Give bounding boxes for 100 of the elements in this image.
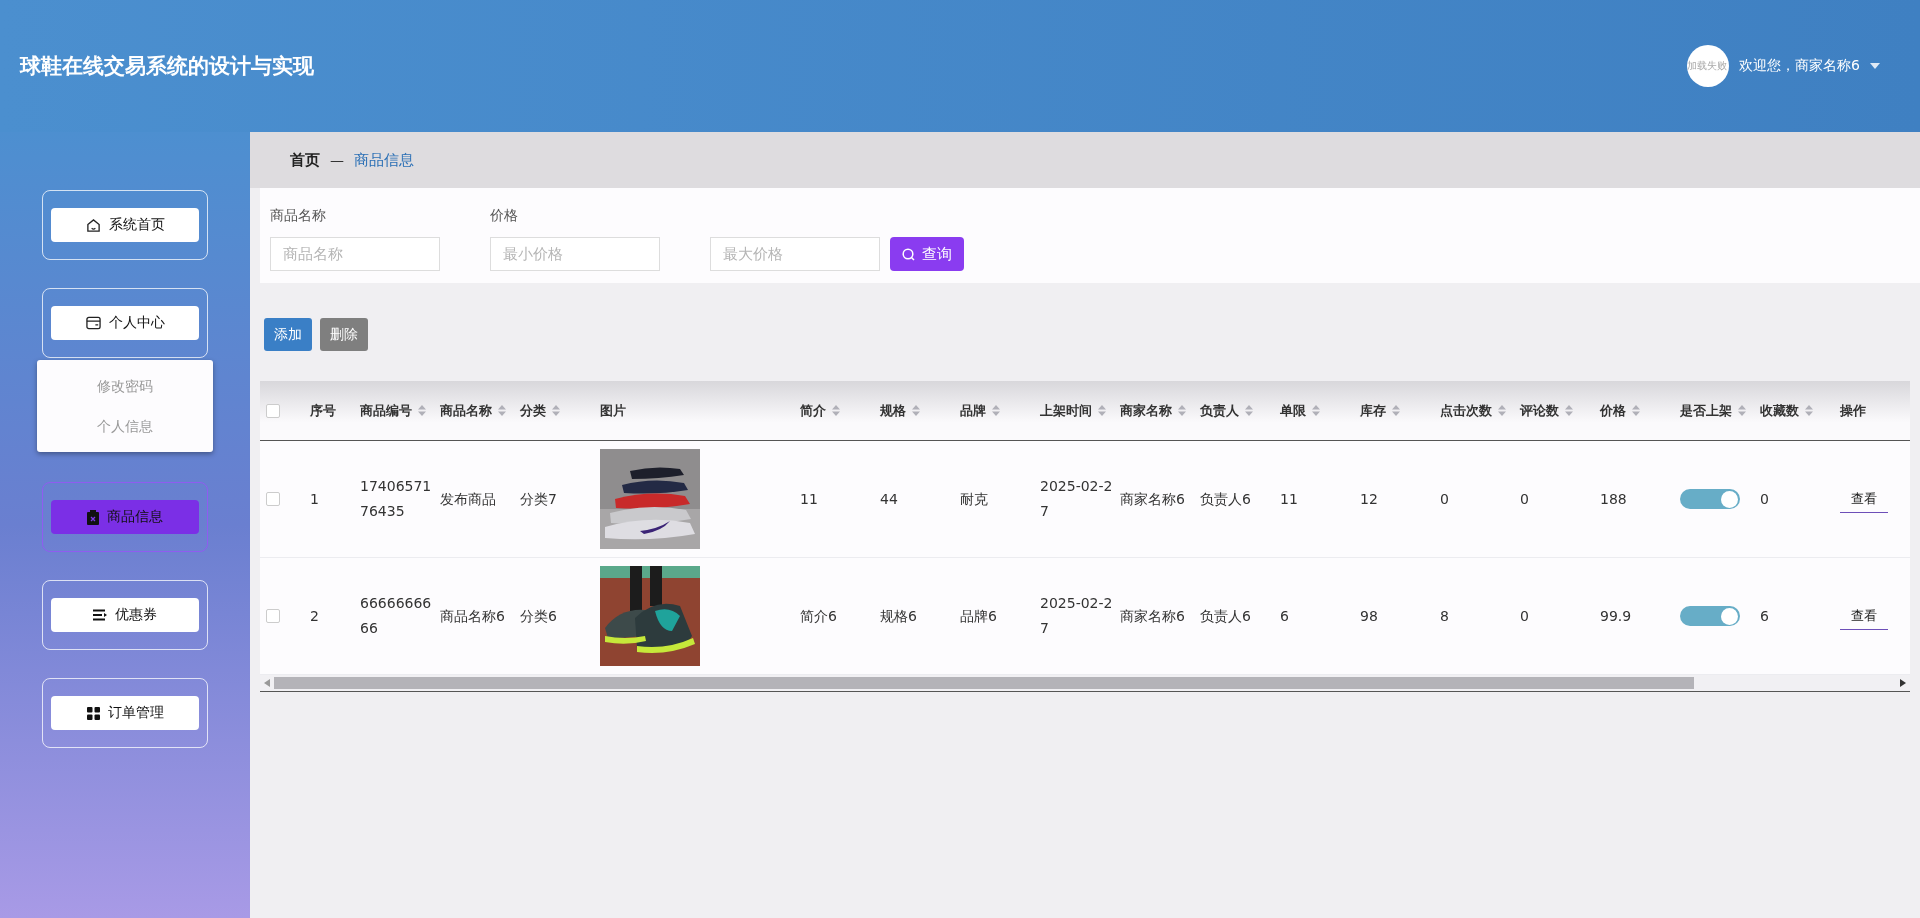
breadcrumb-home[interactable]: 首页: [290, 150, 320, 170]
table-cell-text: 简介6: [800, 606, 837, 626]
input-field[interactable]: 最小价格: [490, 237, 660, 271]
column-header[interactable]: 操作: [1840, 401, 1866, 420]
column-header[interactable]: 负责人: [1200, 401, 1253, 420]
add-button[interactable]: 添加: [264, 318, 312, 351]
field-label: 商品名称: [270, 207, 327, 225]
table-cell-text: 44: [880, 489, 898, 509]
table-cell-text: 品牌6: [960, 606, 997, 626]
table-cell-text: 2025-02-27: [1040, 594, 1114, 638]
column-header[interactable]: 商品名称: [440, 401, 506, 420]
table-cell-text: 负责人6: [1200, 489, 1251, 509]
table-cell: 2: [310, 608, 319, 624]
table-cell-text: 规格6: [880, 606, 917, 626]
sort-icon[interactable]: [1805, 405, 1813, 416]
app-title: 球鞋在线交易系统的设计与实现: [20, 53, 314, 80]
table-cell-text: 98: [1360, 606, 1378, 626]
column-header[interactable]: 库存: [1360, 401, 1400, 420]
sort-icon[interactable]: [1565, 405, 1573, 416]
table-cell-text: 12: [1360, 489, 1378, 509]
column-header[interactable]: 规格: [880, 401, 920, 420]
welcome-text[interactable]: 欢迎您，商家名称6: [1739, 57, 1860, 75]
column-header[interactable]: 商家名称: [1120, 401, 1186, 420]
table-cell-text: 商品名称6: [440, 606, 505, 626]
list-icon: [93, 609, 107, 621]
table-cell-text: 6: [1280, 606, 1289, 626]
caret-icon[interactable]: [1870, 63, 1880, 69]
row-checkbox[interactable]: [266, 609, 280, 623]
sort-icon[interactable]: [992, 405, 1000, 416]
sort-icon[interactable]: [1245, 405, 1253, 416]
column-header[interactable]: 商品编号: [360, 401, 426, 420]
home-icon: [85, 217, 101, 233]
table-cell-text: 0: [1520, 606, 1529, 626]
sort-icon[interactable]: [552, 405, 560, 416]
column-header[interactable]: 单限: [1280, 401, 1320, 420]
table-cell-text: 99.9: [1600, 606, 1632, 626]
sort-icon[interactable]: [1312, 405, 1320, 416]
view-button[interactable]: 查看: [1840, 485, 1888, 513]
sort-icon[interactable]: [1498, 405, 1506, 416]
table-cell-text: 分类7: [520, 489, 557, 509]
table-cell-text: 耐克: [960, 489, 988, 509]
grid-icon: [86, 706, 100, 720]
table-cell-text: 11: [800, 489, 818, 509]
table-cell-text: 商家名称6: [1120, 606, 1185, 626]
table-cell: 1: [310, 491, 319, 507]
input-field[interactable]: 商品名称: [270, 237, 440, 271]
sort-icon[interactable]: [498, 405, 506, 416]
sort-icon[interactable]: [418, 405, 426, 416]
column-header[interactable]: 上架时间: [1040, 401, 1106, 420]
search-icon: [902, 247, 915, 261]
breadcrumb-separator: —: [330, 152, 344, 168]
toggle-switch[interactable]: [1680, 489, 1740, 509]
column-header[interactable]: 价格: [1600, 401, 1640, 420]
sort-icon[interactable]: [1738, 405, 1746, 416]
column-header[interactable]: 序号: [310, 401, 336, 420]
table-cell-text: 负责人6: [1200, 606, 1251, 626]
search-button[interactable]: 查询: [890, 237, 964, 271]
delete-button[interactable]: 删除: [320, 318, 368, 351]
scroll-left-icon[interactable]: [264, 679, 270, 687]
sort-icon[interactable]: [1392, 405, 1400, 416]
table-cell-text: 188: [1600, 489, 1627, 509]
menu-item[interactable]: 系统首页: [51, 208, 199, 242]
column-header[interactable]: 点击次数: [1440, 401, 1506, 420]
column-header[interactable]: 分类: [520, 401, 560, 420]
menu-item[interactable]: 优惠券: [51, 598, 199, 632]
sort-icon[interactable]: [912, 405, 920, 416]
table-cell-text: 2025-02-27: [1040, 477, 1114, 521]
breadcrumb-current: 商品信息: [354, 150, 414, 170]
table-cell-text: 11: [1280, 489, 1298, 509]
table-cell: 6: [1760, 608, 1769, 624]
table-cell-text: 0: [1520, 489, 1529, 509]
column-header[interactable]: 图片: [600, 401, 626, 420]
input-field[interactable]: 最大价格: [710, 237, 880, 271]
wallet-icon: [85, 316, 101, 330]
view-button[interactable]: 查看: [1840, 602, 1888, 630]
column-header[interactable]: 简介: [800, 401, 840, 420]
table-cell-text: 分类6: [520, 606, 557, 626]
column-header[interactable]: 收藏数: [1760, 401, 1813, 420]
table-cell-text: 商家名称6: [1120, 489, 1185, 509]
row-checkbox[interactable]: [266, 492, 280, 506]
column-header[interactable]: 品牌: [960, 401, 1000, 420]
toggle-switch[interactable]: [1680, 606, 1740, 626]
menu-item[interactable]: 订单管理: [51, 696, 199, 730]
menu-item[interactable]: 个人中心: [51, 306, 199, 340]
table-cell-text: 0: [1440, 489, 1449, 509]
sort-icon[interactable]: [1098, 405, 1106, 416]
table-cell-text: 6666666666: [360, 594, 433, 638]
table-cell-text: 1740657176435: [360, 477, 433, 521]
table-cell-text: 发布商品: [440, 489, 496, 509]
sort-icon[interactable]: [1178, 405, 1186, 416]
column-header[interactable]: 评论数: [1520, 401, 1573, 420]
sort-icon[interactable]: [1632, 405, 1640, 416]
scroll-right-icon[interactable]: [1900, 679, 1906, 687]
column-header[interactable]: 是否上架: [1680, 401, 1746, 420]
clipboard-icon: [87, 509, 99, 525]
sort-icon[interactable]: [832, 405, 840, 416]
table-cell: 0: [1760, 491, 1769, 507]
table-cell-text: 8: [1440, 606, 1449, 626]
select-all-checkbox[interactable]: [266, 403, 280, 418]
field-label: 价格: [490, 207, 519, 225]
